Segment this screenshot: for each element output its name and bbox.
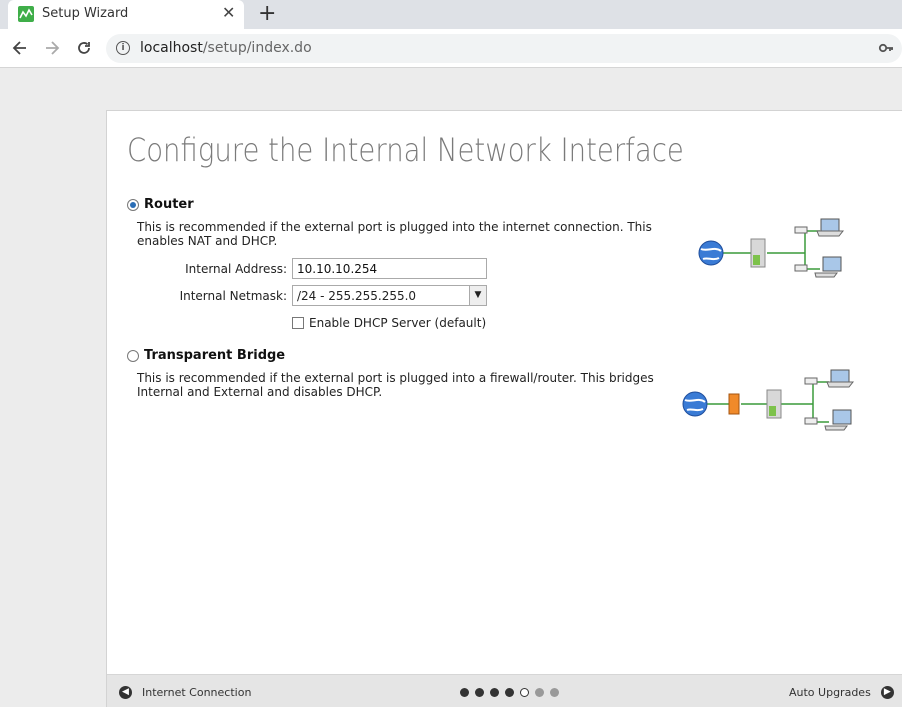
tab-close-icon[interactable]: ✕ [222,4,235,22]
bridge-option[interactable]: Transparent Bridge [127,348,285,363]
forward-icon[interactable] [42,38,62,58]
bridge-topology-diagram [679,366,859,445]
desktop-computer-icon [814,256,842,278]
router-label[interactable]: Router [144,197,194,212]
page-title: Configure the Internal Network Interface [127,131,684,169]
tab-title: Setup Wizard [42,6,129,21]
next-step-button[interactable]: Auto Upgrades ▶ [789,686,894,699]
switch-icon [794,226,808,234]
laptop-icon [816,218,845,237]
bridge-label[interactable]: Transparent Bridge [144,348,285,363]
url-host: localhost [140,40,203,56]
dhcp-label[interactable]: Enable DHCP Server (default) [309,316,486,330]
step-dot [475,688,484,697]
step-dot [550,688,559,697]
internal-netmask-label: Internal Netmask: [179,289,287,303]
router-description: This is recommended if the external port… [137,220,652,248]
browser-tab[interactable]: Setup Wizard ✕ [8,0,244,29]
server-icon [766,389,782,419]
step-dot [505,688,514,697]
address-bar[interactable]: i localhost/setup/index.do [106,34,902,63]
back-icon[interactable] [10,38,30,58]
step-dot [490,688,499,697]
previous-step-button[interactable]: ◀ Internet Connection [119,686,251,699]
step-indicator [460,688,565,697]
desktop-computer-icon [824,409,852,431]
router-option[interactable]: Router [127,197,194,212]
firewall-icon [728,393,740,415]
laptop-icon [826,369,855,388]
wizard-footer: ◀ Internet Connection Auto Upgrades ▶ [107,674,902,707]
reload-icon[interactable] [74,38,94,58]
switch-icon [794,264,808,272]
step-dot-current [520,688,529,697]
switch-icon [804,377,818,385]
step-dot [535,688,544,697]
url-path: /setup/index.do [202,40,312,56]
globe-icon [682,391,708,417]
new-tab-icon[interactable]: + [258,2,276,26]
next-step-label[interactable]: Auto Upgrades [789,686,871,699]
server-icon [750,238,766,268]
step-dot [460,688,469,697]
bridge-radio[interactable] [127,349,139,362]
globe-icon [698,240,724,266]
site-info-icon[interactable]: i [116,41,130,55]
internal-address-input[interactable] [292,258,487,279]
internal-netmask-select[interactable]: /24 - 255.255.255.0 ▼ [292,285,487,306]
router-radio[interactable] [127,198,139,211]
chevron-right-icon[interactable]: ▶ [880,686,894,699]
chevron-left-icon[interactable]: ◀ [119,686,132,699]
browser-tab-bar: Setup Wizard ✕ + [0,0,902,29]
previous-step-label[interactable]: Internet Connection [142,686,251,699]
app-favicon-icon [18,6,34,22]
browser-toolbar: i localhost/setup/index.do [0,29,902,68]
wizard-panel: Configure the Internal Network Interface… [106,110,902,707]
bridge-description: This is recommended if the external port… [137,371,654,399]
dhcp-option[interactable]: Enable DHCP Server (default) [292,316,486,330]
router-topology-diagram [695,213,855,292]
chevron-down-icon[interactable]: ▼ [469,286,486,305]
dhcp-checkbox[interactable] [292,317,304,329]
key-icon[interactable] [878,40,894,60]
switch-icon [804,417,818,425]
netmask-selected-value: /24 - 255.255.255.0 [297,289,417,303]
url-text: localhost/setup/index.do [140,40,312,56]
internal-address-label: Internal Address: [185,262,287,276]
